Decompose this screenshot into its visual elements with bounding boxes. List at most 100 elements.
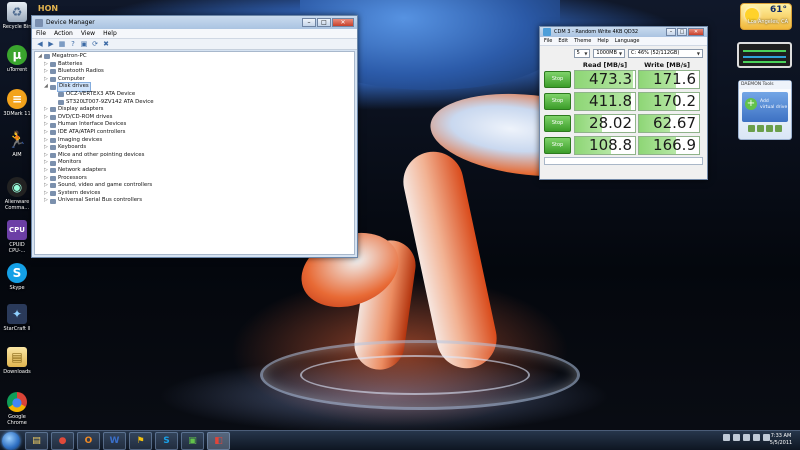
menu-file[interactable]: File (544, 38, 552, 44)
tree-item[interactable]: ▷ Monitors (38, 159, 351, 167)
menu-view[interactable]: View (81, 30, 95, 37)
network-icon (50, 168, 56, 174)
network-icon[interactable] (733, 434, 740, 441)
tree-item[interactable]: ST320LT007-9ZV142 ATA Device (38, 99, 351, 107)
tree-item[interactable]: ▷ Processors (38, 175, 351, 183)
device-tree[interactable]: ◢ Megatron-PC ▷ Batteries ▷ Bluetooth Radio… (34, 51, 355, 255)
tree-item[interactable]: ▷ Imaging devices (38, 137, 351, 145)
tree-item[interactable]: ▷ Network adapters (38, 167, 351, 175)
daemon-tools-gadget[interactable]: DAEMON Tools + Add virtual drive (738, 80, 792, 140)
desktop-icon-recycle-bin[interactable]: ♻ Recycle Bin (2, 2, 32, 42)
time: 7:33 AM (770, 433, 792, 439)
help-icon[interactable]: ? (69, 40, 77, 48)
tree-item[interactable]: ▷ Keyboards (38, 144, 351, 152)
desktop-icon-utorrent[interactable]: µ uTorrent (2, 45, 32, 85)
desktop-icon-chrome[interactable]: ● Google Chrome (2, 392, 32, 432)
start-button[interactable] (2, 432, 20, 450)
settings-icon[interactable] (775, 125, 782, 132)
properties-icon[interactable]: ▦ (58, 40, 66, 48)
skype-icon[interactable]: S (155, 432, 178, 450)
clock[interactable]: 7:33 AM 5/5/2011 (766, 433, 796, 447)
device-manager-window[interactable]: Device Manager – □ ✕ File Action View He… (31, 15, 358, 258)
tree-item[interactable]: ▷ Bluetooth Radios (38, 68, 351, 76)
show-hidden-icon[interactable] (723, 434, 730, 441)
tree-item[interactable]: ▷ Human Interface Devices (38, 121, 351, 129)
chrome-icon: ● (7, 392, 27, 412)
tree-root[interactable]: ◢ Megatron-PC (38, 53, 351, 61)
tree-item[interactable]: ▷ Display adapters (38, 106, 351, 114)
app-icon[interactable]: ▣ (181, 432, 204, 450)
cdm-icon[interactable]: ◧ (207, 432, 230, 450)
explorer-icon[interactable]: ▤ (25, 432, 48, 450)
tree-item[interactable]: ▷ Mice and other pointing devices (38, 152, 351, 160)
forward-icon[interactable]: ▶ (47, 40, 55, 48)
aim-icon[interactable]: ⚑ (129, 432, 152, 450)
wallpaper-ripple (300, 355, 530, 395)
desktop-icon-3dmark[interactable]: ≡ 3DMark 11 (2, 89, 32, 129)
daemon-header: DAEMON Tools (739, 81, 791, 89)
maximize-button[interactable]: □ (317, 18, 331, 27)
drive-select[interactable]: C: 46% (52/112GB) ▼ (628, 48, 703, 58)
minimize-button[interactable]: – (302, 18, 316, 27)
menu-theme[interactable]: Theme (574, 38, 591, 44)
stop-button[interactable]: Stop (544, 115, 571, 132)
recycle-bin-icon: ♻ (7, 2, 27, 22)
desktop-icon-downloads[interactable]: ▤ Downloads (2, 347, 32, 387)
sound-icon (50, 183, 56, 189)
desktop-icon-cpuz[interactable]: CPU CPUID CPU-... (2, 220, 32, 260)
desktop-icon-skype[interactable]: S Skype (2, 263, 32, 303)
titlebar[interactable]: Device Manager – □ ✕ (32, 16, 357, 29)
mount-icon[interactable] (748, 125, 755, 132)
titlebar[interactable]: CDM 3 - Random Write 4KB QD32 – □ ✕ (540, 27, 707, 37)
stop-button[interactable]: Stop (544, 71, 571, 88)
tree-item[interactable]: ▷ Batteries (38, 61, 351, 69)
weather-gadget[interactable]: 61° Los Angeles, CA (740, 3, 792, 30)
word-icon[interactable]: W (103, 432, 126, 450)
add-virtual-drive-button[interactable]: + Add virtual drive (742, 92, 788, 122)
utorrent-icon: µ (7, 45, 27, 65)
tree-item[interactable]: ▷ System devices (38, 190, 351, 198)
update-icon[interactable]: ⟳ (91, 40, 99, 48)
computer-icon (44, 54, 50, 60)
menu-help[interactable]: Help (103, 30, 117, 37)
tree-item[interactable]: OCZ-VERTEX3 ATA Device (38, 91, 351, 99)
desktop-icon-aim[interactable]: 🏃 AIM (2, 130, 32, 170)
back-icon[interactable]: ◀ (36, 40, 44, 48)
battery-icon[interactable] (753, 434, 760, 441)
folder-icon: ▤ (7, 347, 27, 367)
performance-gadget[interactable] (737, 42, 792, 68)
scan-icon[interactable]: ▣ (80, 40, 88, 48)
tree-item[interactable]: ▷ Sound, video and game controllers (38, 182, 351, 190)
tree-item[interactable]: ▷ Computer (38, 76, 351, 84)
close-button[interactable]: ✕ (688, 28, 704, 36)
add-icon[interactable] (766, 125, 773, 132)
volume-icon[interactable] (743, 434, 750, 441)
size-select[interactable]: 1000MB ▼ (593, 48, 626, 58)
chrome-icon[interactable]: ● (51, 432, 74, 450)
crystaldiskmark-window[interactable]: CDM 3 - Random Write 4KB QD32 – □ ✕ File… (539, 26, 708, 180)
unmount-icon[interactable] (757, 125, 764, 132)
cpuz-icon: CPU (7, 220, 27, 240)
maximize-button[interactable]: □ (677, 28, 687, 36)
stop-button[interactable]: Stop (544, 137, 571, 154)
menu-edit[interactable]: Edit (558, 38, 568, 44)
tree-item[interactable]: ▷ DVD/CD-ROM drives (38, 114, 351, 122)
battery-icon (50, 61, 56, 67)
close-button[interactable]: ✕ (332, 18, 354, 27)
menu-file[interactable]: File (36, 30, 46, 37)
stop-button[interactable]: Stop (544, 93, 571, 110)
outlook-icon[interactable]: O (77, 432, 100, 450)
tree-item[interactable]: ▷ Universal Serial Bus controllers (38, 197, 351, 205)
tree-item[interactable]: ▷ IDE ATA/ATAPI controllers (38, 129, 351, 137)
menu-help[interactable]: Help (597, 38, 608, 44)
chevron-down-icon: ▼ (618, 50, 623, 56)
uninstall-icon[interactable]: ✖ (102, 40, 110, 48)
desktop-icon-alienware[interactable]: ◉ Alienware Comma... (2, 177, 32, 217)
tree-item-selected[interactable]: ◢ Disk drives (38, 82, 351, 92)
count-select[interactable]: 5 ▼ (573, 48, 591, 58)
menu-language[interactable]: Language (615, 38, 640, 44)
graph-line (743, 61, 786, 63)
minimize-button[interactable]: – (666, 28, 676, 36)
desktop-icon-starcraft[interactable]: ✦ StarCraft II (2, 304, 32, 344)
menu-action[interactable]: Action (54, 30, 73, 37)
